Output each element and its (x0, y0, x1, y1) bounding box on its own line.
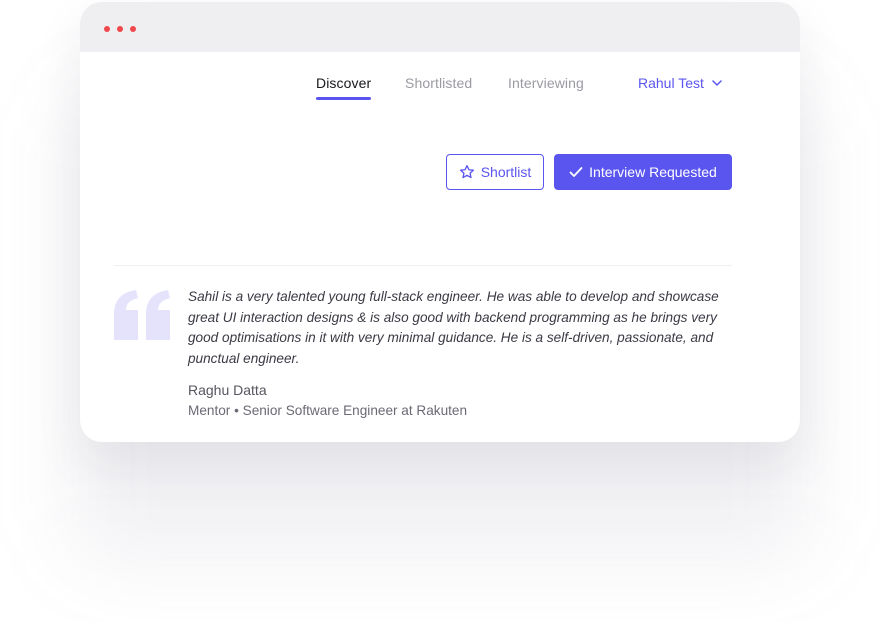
app-window: Discover Shortlisted Interviewing Rahul … (80, 2, 800, 442)
shortlist-label: Shortlist (480, 164, 532, 180)
shortlist-button[interactable]: Shortlist (446, 154, 544, 190)
chevron-down-icon (712, 80, 722, 86)
tab-interviewing-label: Interviewing (508, 75, 584, 91)
top-nav: Discover Shortlisted Interviewing Rahul … (80, 75, 800, 105)
testimonial-quote: Sahil is a very talented young full-stac… (188, 289, 719, 367)
star-icon (459, 165, 474, 179)
tab-discover-label: Discover (316, 75, 372, 91)
testimonial-author: Raghu Datta (188, 382, 267, 398)
user-name: Rahul Test (638, 75, 704, 91)
tab-interviewing[interactable]: Interviewing (508, 75, 584, 91)
window-dot-maximize[interactable] (130, 26, 136, 32)
testimonial-role: Mentor • Senior Software Engineer at Rak… (188, 403, 468, 418)
tab-shortlisted[interactable]: Shortlisted (405, 75, 472, 91)
window-titlebar (80, 2, 800, 52)
tab-shortlisted-label: Shortlisted (405, 75, 473, 91)
window-controls (104, 26, 136, 32)
check-icon (569, 167, 583, 177)
tab-discover[interactable]: Discover (316, 75, 372, 100)
user-menu[interactable]: Rahul Test (638, 75, 722, 91)
quote-icon (114, 290, 170, 340)
active-tab-indicator (316, 97, 372, 100)
stage: Discover Shortlisted Interviewing Rahul … (0, 0, 880, 622)
interview-requested-button[interactable]: Interview Requested (554, 154, 732, 190)
interview-requested-label: Interview Requested (589, 164, 717, 180)
section-divider (114, 265, 732, 266)
window-dot-close[interactable] (104, 26, 110, 32)
window-dot-minimize[interactable] (117, 26, 123, 32)
